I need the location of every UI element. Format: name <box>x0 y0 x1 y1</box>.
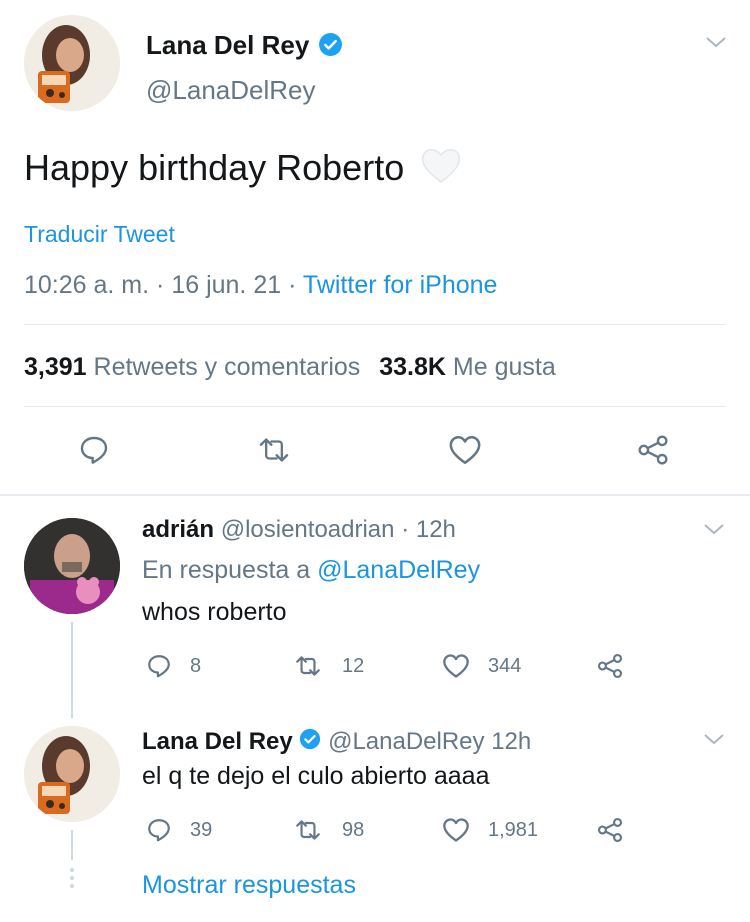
tweet-time: 10:26 a. m. <box>24 271 150 299</box>
tweet-stats: 3,391 Retweets y comentarios 33.8K Me gu… <box>24 352 556 382</box>
tweet-source-link[interactable]: Twitter for iPhone <box>303 271 498 299</box>
retweet-icon[interactable] <box>294 817 322 843</box>
reply1-replies-count: 8 <box>190 655 202 677</box>
heart-icon[interactable] <box>442 817 470 843</box>
chevron-down-icon[interactable] <box>705 35 727 49</box>
reply1-text: whos roberto <box>142 598 287 626</box>
likes-count: 33.8K <box>379 353 446 381</box>
reply2-actions: 39 98 1,981 <box>142 814 642 846</box>
meta-separator: · <box>401 516 410 543</box>
share-icon[interactable] <box>596 653 624 679</box>
reply-icon[interactable] <box>146 653 172 679</box>
reply1-retweets-count: 12 <box>342 655 365 677</box>
main-author-avatar[interactable] <box>24 15 120 111</box>
reply2-author-avatar[interactable] <box>24 726 120 822</box>
retweets-stat[interactable]: 3,391 Retweets y comentarios <box>24 353 367 381</box>
reply1-likes-count: 344 <box>488 655 522 677</box>
share-icon[interactable] <box>596 817 624 843</box>
reply1-context-prefix: En respuesta a <box>142 556 311 584</box>
reply2-header: Lana Del Rey @LanaDelRey 12h <box>142 727 531 758</box>
reply1-actions: 8 12 344 <box>142 650 642 682</box>
reply1-author-name[interactable]: adrián <box>142 516 214 543</box>
reply2-text: el q te dejo el culo abierto aaaa <box>142 762 490 790</box>
reply2-author-name[interactable]: Lana Del Rey <box>142 728 293 755</box>
chevron-down-icon[interactable] <box>703 732 725 746</box>
tweet-meta: 10:26 a. m. · 16 jun. 21 · Twitter for i… <box>24 270 497 300</box>
divider <box>24 324 726 325</box>
tweet-text: Happy birthday Roberto <box>24 146 462 194</box>
reply1-context: En respuesta a @LanaDelRey <box>142 555 480 585</box>
verified-badge-icon <box>299 728 321 758</box>
main-author-name[interactable]: Lana Del Rey <box>146 29 309 61</box>
section-divider <box>0 494 750 496</box>
reply2-author-handle[interactable]: @LanaDelRey <box>328 728 484 755</box>
verified-badge-icon <box>318 32 343 62</box>
thread-connector <box>71 830 73 860</box>
retweet-icon[interactable] <box>294 653 322 679</box>
translate-tweet-link[interactable]: Traducir Tweet <box>24 220 175 248</box>
heart-icon[interactable] <box>442 653 470 679</box>
reply-icon[interactable] <box>78 434 110 466</box>
retweets-count: 3,391 <box>24 353 87 381</box>
reply1-header: adrián @losientoadrian · 12h <box>142 515 456 545</box>
reply2-replies-count: 39 <box>190 819 213 841</box>
reply2-retweets-count: 98 <box>342 819 365 841</box>
white-heart-emoji <box>420 146 462 194</box>
main-author-handle[interactable]: @LanaDelRey <box>146 74 315 106</box>
chevron-down-icon[interactable] <box>703 522 725 536</box>
tweet-date: 16 jun. 21 <box>171 271 282 299</box>
reply1-author-avatar[interactable] <box>24 518 120 614</box>
meta-separator: · <box>156 271 165 299</box>
retweet-icon[interactable] <box>257 434 291 466</box>
meta-separator: · <box>288 271 297 299</box>
thread-connector <box>71 622 73 718</box>
show-replies-link[interactable]: Mostrar respuestas <box>142 870 356 900</box>
reply2-time: 12h <box>491 728 532 755</box>
reply1-time: 12h <box>415 516 456 543</box>
heart-icon[interactable] <box>448 434 482 466</box>
reply-icon[interactable] <box>146 817 172 843</box>
retweets-label: Retweets y comentarios <box>93 353 361 381</box>
thread-dots <box>69 868 75 892</box>
tweet-text-content: Happy birthday Roberto <box>24 147 405 188</box>
reply1-author-handle[interactable]: @losientoadrian <box>221 516 395 543</box>
likes-stat[interactable]: 33.8K Me gusta <box>379 353 556 381</box>
divider <box>24 406 726 407</box>
reply2-likes-count: 1,981 <box>488 819 539 841</box>
share-icon[interactable] <box>636 434 670 466</box>
likes-label: Me gusta <box>452 353 556 381</box>
reply1-context-mention[interactable]: @LanaDelRey <box>317 556 480 584</box>
